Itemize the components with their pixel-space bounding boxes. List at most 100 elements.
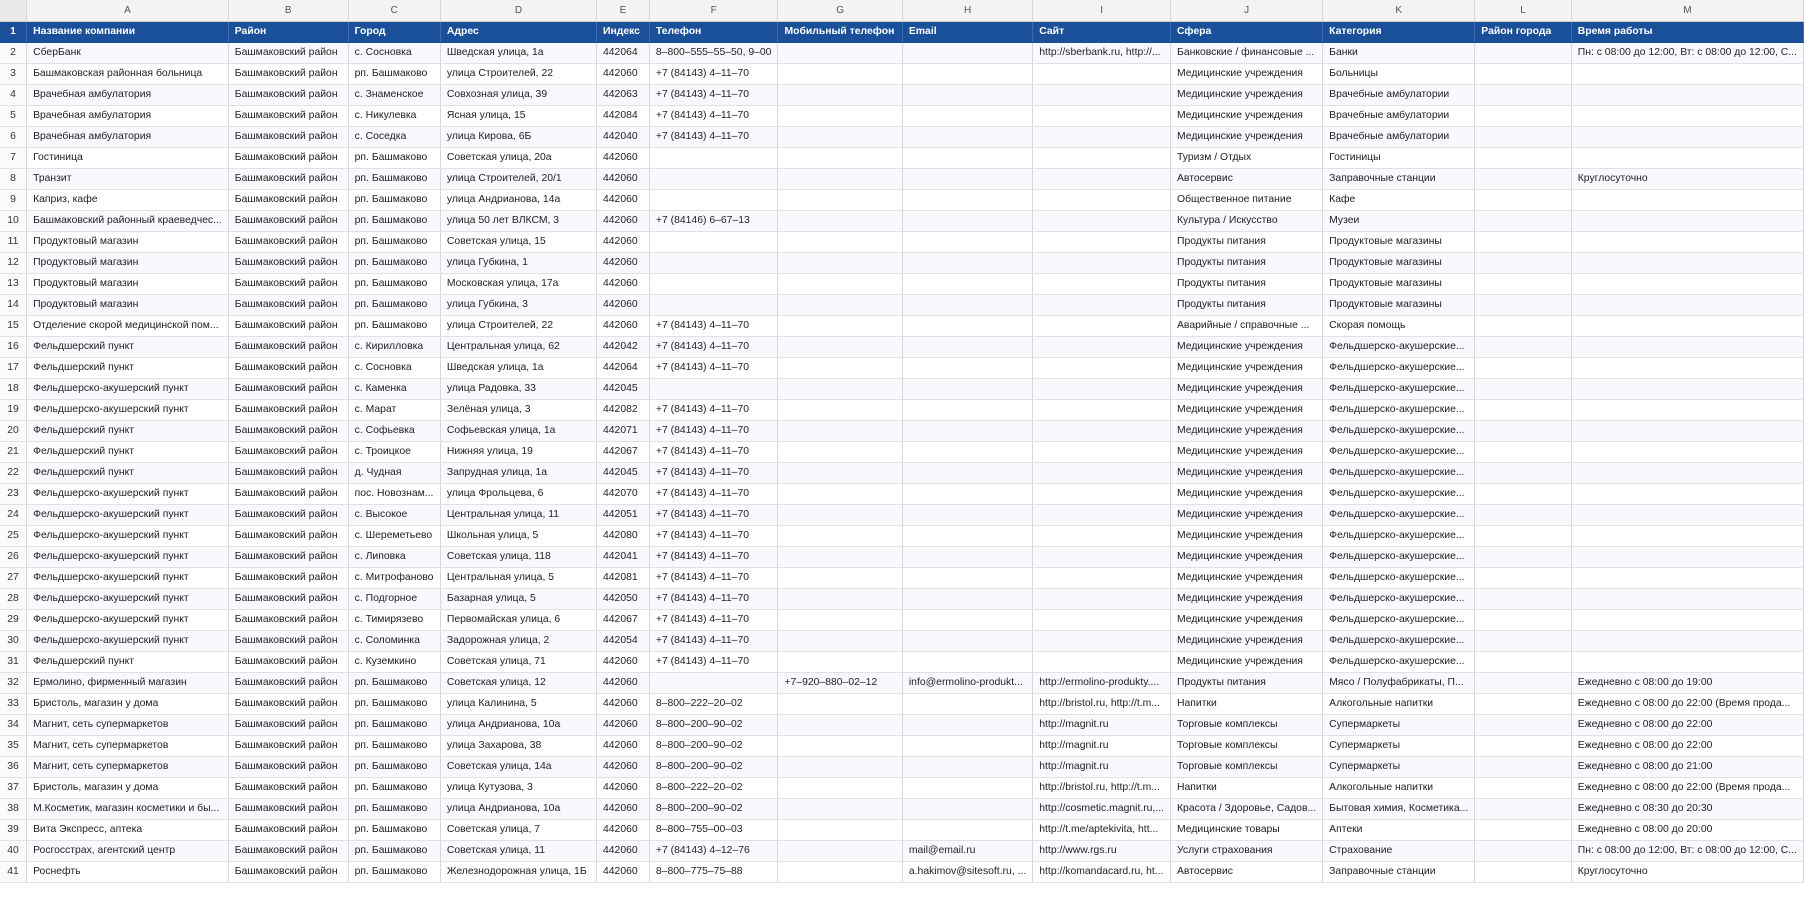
- grid-cell[interactable]: 8–800–200–90–02: [649, 798, 779, 820]
- grid-cell[interactable]: [902, 420, 1034, 442]
- row-number[interactable]: 27: [0, 567, 28, 589]
- grid-cell[interactable]: [1571, 105, 1804, 127]
- grid-cell[interactable]: Фельдшерско-акушерские...: [1322, 630, 1476, 652]
- grid-cell[interactable]: [902, 63, 1034, 85]
- grid-cell[interactable]: Медицинские учреждения: [1170, 462, 1324, 484]
- grid-cell[interactable]: Скорая помощь: [1322, 315, 1476, 337]
- grid-cell[interactable]: [1571, 504, 1804, 526]
- grid-cell[interactable]: [777, 252, 903, 274]
- grid-cell[interactable]: [902, 525, 1034, 547]
- grid-cell[interactable]: Аптеки: [1322, 819, 1476, 841]
- grid-cell[interactable]: [1474, 462, 1572, 484]
- grid-cell[interactable]: [1032, 315, 1171, 337]
- grid-cell[interactable]: с. Соломинка: [348, 630, 441, 652]
- row-number[interactable]: 32: [0, 672, 28, 694]
- grid-cell[interactable]: улица Строителей, 20/1: [440, 168, 598, 190]
- grid-cell[interactable]: [1032, 378, 1171, 400]
- grid-cell[interactable]: Магнит, сеть супермаркетов: [26, 735, 229, 757]
- grid-cell[interactable]: a.hakimov@sitesoft.ru, ...: [902, 861, 1034, 883]
- grid-cell[interactable]: Башмаковский район: [228, 819, 349, 841]
- header-cell[interactable]: Район города: [1474, 21, 1572, 43]
- grid-cell[interactable]: Банковские / финансовые ...: [1170, 42, 1324, 64]
- grid-cell[interactable]: [777, 147, 903, 169]
- grid-cell[interactable]: Фельдшерский пункт: [26, 420, 229, 442]
- grid-cell[interactable]: Башмаковский район: [228, 861, 349, 883]
- grid-cell[interactable]: 442060: [596, 651, 650, 673]
- row-number[interactable]: 16: [0, 336, 28, 358]
- grid-cell[interactable]: Туризм / Отдых: [1170, 147, 1324, 169]
- grid-cell[interactable]: [1474, 231, 1572, 253]
- grid-cell[interactable]: 442082: [596, 399, 650, 421]
- grid-cell[interactable]: +7 (84143) 4–11–70: [649, 441, 779, 463]
- header-cell[interactable]: Телефон: [649, 21, 779, 43]
- grid-cell[interactable]: рп. Башмаково: [348, 672, 441, 694]
- grid-cell[interactable]: Фельдшерско-акушерский пункт: [26, 525, 229, 547]
- grid-cell[interactable]: [902, 504, 1034, 526]
- grid-cell[interactable]: 442060: [596, 693, 650, 715]
- grid-cell[interactable]: +7–920–880–02–12: [777, 672, 903, 694]
- grid-cell[interactable]: рп. Башмаково: [348, 840, 441, 862]
- grid-cell[interactable]: Фельдшерско-акушерский пункт: [26, 378, 229, 400]
- grid-cell[interactable]: 8–800–222–20–02: [649, 777, 779, 799]
- column-header-letter[interactable]: B: [228, 0, 349, 22]
- grid-cell[interactable]: [1571, 336, 1804, 358]
- grid-cell[interactable]: [777, 798, 903, 820]
- grid-cell[interactable]: Напитки: [1170, 777, 1324, 799]
- grid-cell[interactable]: [902, 693, 1034, 715]
- grid-cell[interactable]: [777, 588, 903, 610]
- grid-cell[interactable]: Фельдшерско-акушерский пункт: [26, 567, 229, 589]
- grid-cell[interactable]: [1032, 210, 1171, 232]
- grid-cell[interactable]: +7 (84143) 4–11–70: [649, 525, 779, 547]
- grid-cell[interactable]: [1474, 189, 1572, 211]
- header-cell[interactable]: Сайт: [1032, 21, 1171, 43]
- row-number[interactable]: 5: [0, 105, 28, 127]
- grid-cell[interactable]: Медицинские учреждения: [1170, 84, 1324, 106]
- row-number[interactable]: 6: [0, 126, 28, 148]
- row-number[interactable]: 13: [0, 273, 28, 295]
- grid-cell[interactable]: с. Тимирязево: [348, 609, 441, 631]
- grid-cell[interactable]: [1571, 315, 1804, 337]
- grid-cell[interactable]: Башмаковский район: [228, 147, 349, 169]
- grid-cell[interactable]: +7 (84143) 4–11–70: [649, 63, 779, 85]
- grid-cell[interactable]: [902, 777, 1034, 799]
- grid-cell[interactable]: Торговые комплексы: [1170, 756, 1324, 778]
- grid-cell[interactable]: 8–800–200–90–02: [649, 735, 779, 757]
- grid-cell[interactable]: Врачебная амбулатория: [26, 105, 229, 127]
- grid-cell[interactable]: Врачебная амбулатория: [26, 126, 229, 148]
- grid-cell[interactable]: рп. Башмаково: [348, 210, 441, 232]
- header-cell[interactable]: Название компании: [26, 21, 229, 43]
- grid-cell[interactable]: 8–800–222–20–02: [649, 693, 779, 715]
- grid-cell[interactable]: Фельдшерский пункт: [26, 651, 229, 673]
- grid-cell[interactable]: Фельдшерско-акушерские...: [1322, 483, 1476, 505]
- grid-cell[interactable]: Пн: с 08:00 до 12:00, Вт: с 08:00 до 12:…: [1571, 840, 1804, 862]
- grid-cell[interactable]: [1474, 630, 1572, 652]
- grid-cell[interactable]: [1571, 189, 1804, 211]
- grid-cell[interactable]: улица 50 лет ВЛКСМ, 3: [440, 210, 598, 232]
- grid-cell[interactable]: [1032, 420, 1171, 442]
- grid-cell[interactable]: [1032, 462, 1171, 484]
- grid-cell[interactable]: [1032, 588, 1171, 610]
- grid-cell[interactable]: Центральная улица, 11: [440, 504, 598, 526]
- grid-cell[interactable]: Аварийные / справочные ...: [1170, 315, 1324, 337]
- grid-cell[interactable]: +7 (84143) 4–11–70: [649, 399, 779, 421]
- grid-cell[interactable]: http://bristol.ru, http://t.m...: [1032, 693, 1171, 715]
- grid-cell[interactable]: Автосервис: [1170, 168, 1324, 190]
- grid-cell[interactable]: [1474, 63, 1572, 85]
- grid-cell[interactable]: [1474, 693, 1572, 715]
- grid-cell[interactable]: [1474, 651, 1572, 673]
- grid-cell[interactable]: 442060: [596, 273, 650, 295]
- grid-cell[interactable]: Бытовая химия, Косметика...: [1322, 798, 1476, 820]
- row-number[interactable]: 4: [0, 84, 28, 106]
- grid-cell[interactable]: Напитки: [1170, 693, 1324, 715]
- grid-cell[interactable]: Башмаковский район: [228, 441, 349, 463]
- grid-cell[interactable]: [1032, 189, 1171, 211]
- grid-cell[interactable]: 442070: [596, 483, 650, 505]
- grid-cell[interactable]: [902, 546, 1034, 568]
- grid-cell[interactable]: [1032, 630, 1171, 652]
- grid-cell[interactable]: [777, 168, 903, 190]
- grid-cell[interactable]: рп. Башмаково: [348, 294, 441, 316]
- grid-cell[interactable]: [777, 189, 903, 211]
- grid-cell[interactable]: Башмаковский район: [228, 567, 349, 589]
- grid-cell[interactable]: Советская улица, 11: [440, 840, 598, 862]
- grid-cell[interactable]: mail@email.ru: [902, 840, 1034, 862]
